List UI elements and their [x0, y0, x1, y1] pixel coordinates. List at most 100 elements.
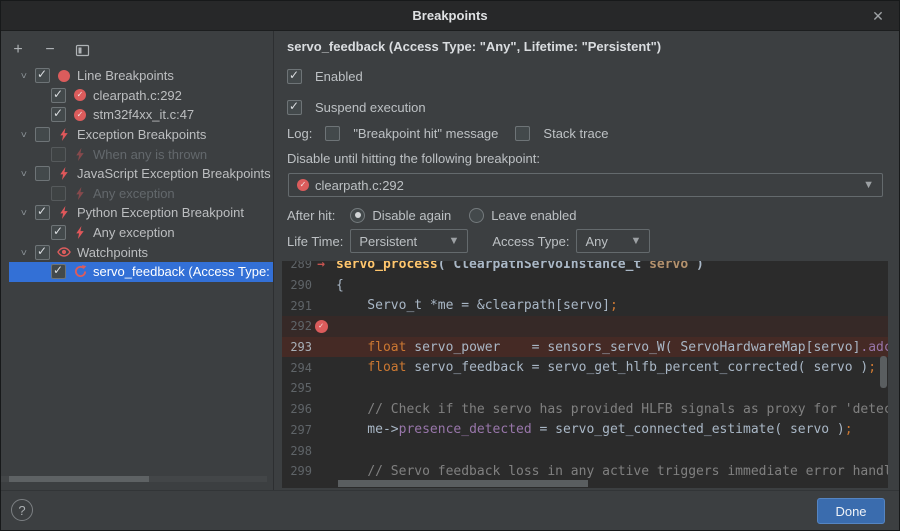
line-number: 298	[282, 444, 312, 458]
tree-item[interactable]: > Exception Breakpoints	[9, 125, 273, 145]
chevron-down-icon: ▼	[631, 235, 642, 247]
done-button[interactable]: Done	[817, 498, 885, 524]
after-hit-option: Leave enabled	[469, 208, 576, 223]
tree-item[interactable]: > JavaScript Exception Breakpoints	[9, 164, 273, 184]
chevron-expanded-icon[interactable]: >	[11, 168, 35, 179]
code-line: 297 me->presence_detected = servo_get_co…	[282, 420, 888, 441]
access-type-select[interactable]: Any ▼	[576, 229, 650, 253]
tree-item-label: Any exception	[93, 225, 175, 240]
enabled-row: Enabled	[287, 66, 363, 86]
line-number: 296	[282, 402, 312, 416]
code-line: 291 Servo_t *me = &clearpath[servo];	[282, 295, 888, 316]
tree-item-checkbox[interactable]	[35, 127, 50, 142]
editor-horizontal-scrollbar-thumb[interactable]	[338, 480, 588, 487]
log-option: Stack trace	[515, 126, 608, 141]
log-option-label: "Breakpoint hit" message	[353, 126, 498, 141]
tree-item[interactable]: When any is thrown	[9, 144, 273, 164]
exception-bolt-icon	[75, 226, 85, 239]
after-hit-radio[interactable]	[350, 208, 365, 223]
tree-item[interactable]: clearpath.c:292	[9, 86, 273, 106]
tree-item-label: Exception Breakpoints	[77, 127, 206, 142]
disable-until-label: Disable until hitting the following brea…	[287, 148, 540, 168]
close-icon[interactable]: ✕	[867, 5, 889, 27]
line-number: 293	[282, 340, 312, 354]
suspend-checkbox[interactable]	[287, 100, 302, 115]
tree-item-label: When any is thrown	[93, 147, 207, 162]
tree-item-label: servo_feedback (Access Type: "Any",	[93, 264, 273, 279]
exception-bolt-icon	[75, 187, 85, 200]
breakpoints-dialog: Breakpoints ✕ + − >Line Breakpointsclear…	[0, 0, 900, 531]
tree-item-checkbox[interactable]	[51, 264, 66, 279]
group-breakpoints-icon[interactable]	[71, 39, 93, 61]
line-number: 294	[282, 361, 312, 375]
titlebar: Breakpoints ✕	[1, 1, 899, 31]
tree-item[interactable]: Any exception	[9, 184, 273, 204]
tree-scrollbar-thumb[interactable]	[9, 476, 149, 482]
code-line: 299 // Servo feedback loss in any active…	[282, 461, 888, 482]
tree-item-checkbox[interactable]	[51, 186, 66, 201]
disable-until-value: clearpath.c:292	[315, 178, 404, 193]
tree-item-label: JavaScript Exception Breakpoints	[77, 166, 271, 181]
tree-item[interactable]: servo_feedback (Access Type: "Any",	[9, 262, 273, 282]
exception-bolt-icon	[59, 206, 69, 219]
code-line: 294 float servo_feedback = servo_get_hlf…	[282, 357, 888, 378]
after-hit-radio[interactable]	[469, 208, 484, 223]
help-button[interactable]: ?	[11, 499, 33, 521]
disable-until-combobox[interactable]: clearpath.c:292 ▼	[288, 173, 883, 197]
line-number: 292	[282, 319, 312, 333]
line-number: 297	[282, 423, 312, 437]
enabled-label: Enabled	[315, 69, 363, 84]
enabled-checkbox[interactable]	[287, 69, 302, 84]
log-option-checkbox[interactable]	[515, 126, 530, 141]
breakpoint-detail-panel: servo_feedback (Access Type: "Any", Life…	[275, 31, 899, 490]
line-number: 295	[282, 381, 312, 395]
access-type-label: Access Type:	[492, 234, 569, 249]
tree-item-checkbox[interactable]	[51, 147, 66, 162]
log-option-checkbox[interactable]	[325, 126, 340, 141]
code-line: 290{	[282, 275, 888, 296]
log-option: "Breakpoint hit" message	[325, 126, 498, 141]
list-toolbar: + −	[7, 38, 93, 62]
tree-item[interactable]: > Python Exception Breakpoint	[9, 203, 273, 223]
chevron-expanded-icon[interactable]: >	[11, 129, 35, 140]
tree-item[interactable]: > Watchpoints	[9, 242, 273, 262]
breakpoint-verified-icon[interactable]	[315, 320, 328, 333]
after-hit-option-label: Disable again	[372, 208, 451, 223]
log-label: Log:	[287, 126, 312, 141]
tree-item[interactable]: Any exception	[9, 223, 273, 243]
tree-item-checkbox[interactable]	[35, 166, 50, 181]
chevron-expanded-icon[interactable]: >	[11, 70, 35, 81]
breakpoint-verified-icon	[74, 89, 86, 101]
dialog-title: Breakpoints	[412, 8, 487, 23]
log-option-label: Stack trace	[543, 126, 608, 141]
remove-breakpoint-button[interactable]: −	[39, 39, 61, 61]
tree-item-label: Watchpoints	[77, 245, 148, 260]
tree-item-checkbox[interactable]	[51, 107, 66, 122]
execution-arrow-icon: →	[317, 261, 325, 272]
tree-item-checkbox[interactable]	[51, 225, 66, 240]
access-type-value: Any	[585, 234, 607, 249]
lifetime-label: Life Time:	[287, 234, 343, 249]
watchpoint-icon	[74, 265, 87, 278]
line-number: 299	[282, 464, 312, 478]
breakpoints-tree: >Line Breakpointsclearpath.c:292stm32f4x…	[1, 66, 273, 282]
line-number: 289	[282, 261, 312, 271]
line-number: 290	[282, 278, 312, 292]
after-hit-row: After hit: Disable againLeave enabled	[287, 205, 577, 225]
code-line: 289→servo_process( ClearpathServoInstanc…	[282, 261, 888, 275]
add-breakpoint-button[interactable]: +	[7, 39, 29, 61]
tree-item-label: Any exception	[93, 186, 175, 201]
tree-item-checkbox[interactable]	[35, 245, 50, 260]
editor-vertical-scrollbar-thumb[interactable]	[880, 356, 887, 388]
tree-item-checkbox[interactable]	[35, 205, 50, 220]
lifetime-select[interactable]: Persistent ▼	[350, 229, 468, 253]
chevron-expanded-icon[interactable]: >	[11, 207, 35, 218]
code-line: 298	[282, 440, 888, 461]
tree-item[interactable]: >Line Breakpoints	[9, 66, 273, 86]
suspend-label: Suspend execution	[315, 100, 426, 115]
chevron-expanded-icon[interactable]: >	[11, 247, 35, 258]
tree-item-checkbox[interactable]	[35, 68, 50, 83]
tree-item-checkbox[interactable]	[51, 88, 66, 103]
tree-item[interactable]: stm32f4xx_it.c:47	[9, 105, 273, 125]
tree-item-label: Python Exception Breakpoint	[77, 205, 244, 220]
